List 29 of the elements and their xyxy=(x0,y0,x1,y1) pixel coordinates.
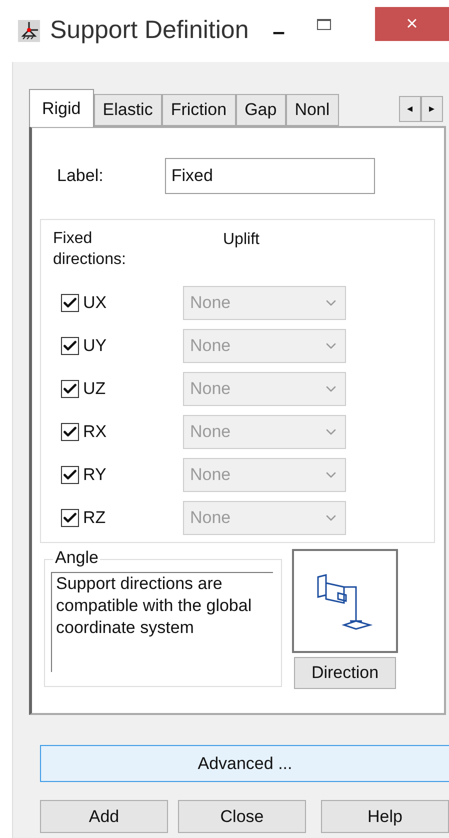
advanced-button[interactable]: Advanced ... xyxy=(40,745,449,782)
dialog-button[interactable]: Add xyxy=(40,800,168,833)
direction-label: RY xyxy=(83,464,108,486)
label-field[interactable]: Fixed xyxy=(165,158,376,194)
direction-label: RZ xyxy=(83,507,107,530)
direction-label: RX xyxy=(83,421,108,444)
direction-label: UX xyxy=(83,292,108,314)
tab-scroll-button[interactable]: ◂ xyxy=(399,96,421,122)
maximize-icon[interactable] xyxy=(316,18,331,30)
close-button[interactable]: × xyxy=(375,7,449,41)
support-icon xyxy=(18,20,40,42)
direction-button[interactable]: Direction xyxy=(294,657,396,689)
tab[interactable]: Gap xyxy=(236,94,286,126)
fixed-directions-heading: Fixed directions: xyxy=(53,229,127,270)
dialog-button[interactable]: Close xyxy=(178,800,306,833)
tab[interactable]: Nonl xyxy=(286,94,339,126)
tab[interactable]: Friction xyxy=(162,94,236,126)
tab[interactable]: Rigid xyxy=(29,89,94,127)
minimize-button[interactable]: – xyxy=(266,14,291,48)
direction-label: UY xyxy=(83,335,108,358)
label-caption: Label: xyxy=(57,165,104,188)
dialog-button[interactable]: Help xyxy=(321,800,449,833)
angle-description: Support directions are compatible with the global coordinate system xyxy=(51,572,273,672)
window-title: Support Definition xyxy=(50,15,249,46)
angle-title: Angle xyxy=(53,548,100,568)
uplift-heading: Uplift xyxy=(223,230,260,250)
tab[interactable]: Elastic xyxy=(94,94,162,126)
direction-label: UZ xyxy=(83,378,107,400)
tab-scroll-button[interactable]: ▸ xyxy=(421,96,443,122)
